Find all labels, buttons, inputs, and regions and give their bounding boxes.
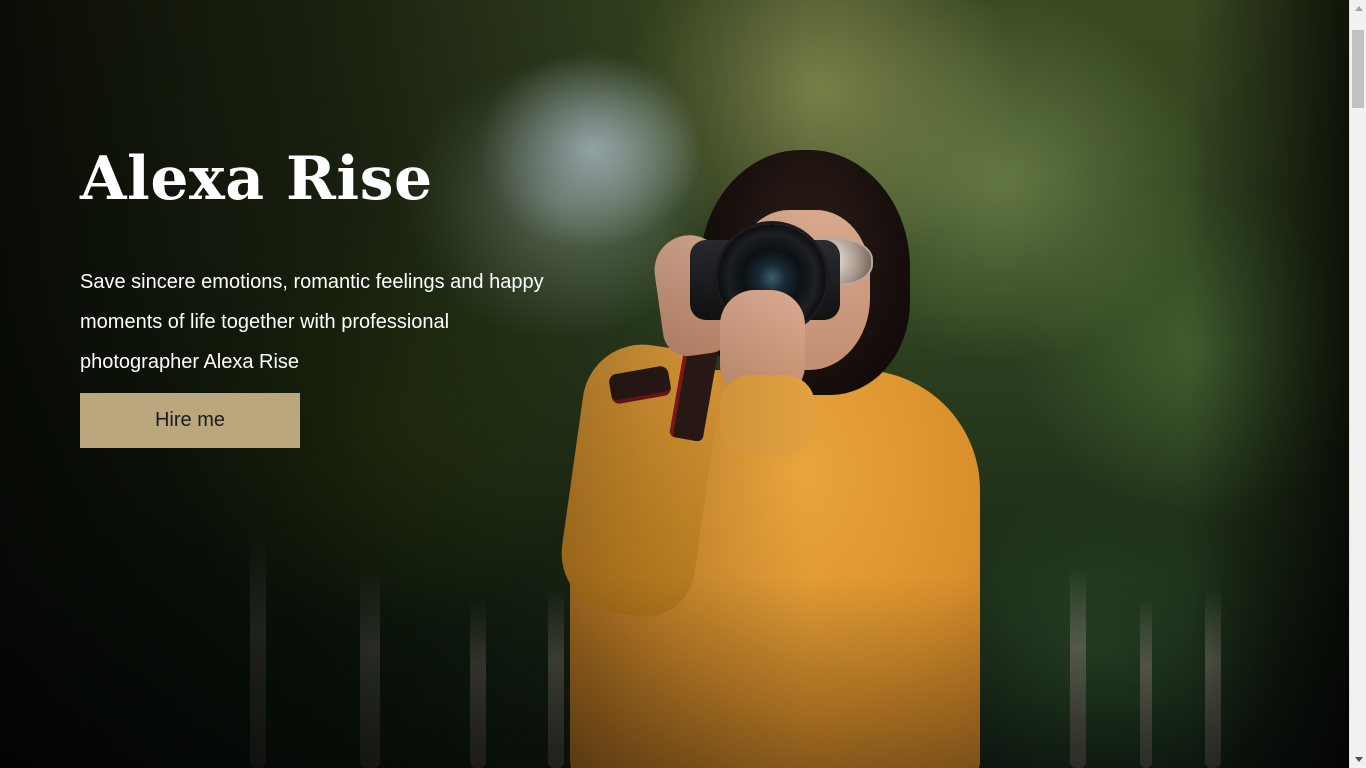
hero-section: Alexa Rise Save sincere emotions, romant… (0, 0, 1349, 768)
scrollbar-thumb[interactable] (1352, 30, 1364, 108)
arrow-down-icon[interactable] (1350, 751, 1366, 768)
hire-me-button[interactable]: Hire me (80, 393, 300, 448)
vertical-scrollbar[interactable] (1349, 0, 1366, 768)
arrow-up-icon[interactable] (1350, 0, 1366, 17)
background-overlay (0, 0, 1349, 768)
hero-content: Alexa Rise Save sincere emotions, romant… (80, 140, 600, 382)
hero-description: Save sincere emotions, romantic feelings… (80, 271, 544, 373)
page-title: Alexa Rise (80, 144, 433, 214)
